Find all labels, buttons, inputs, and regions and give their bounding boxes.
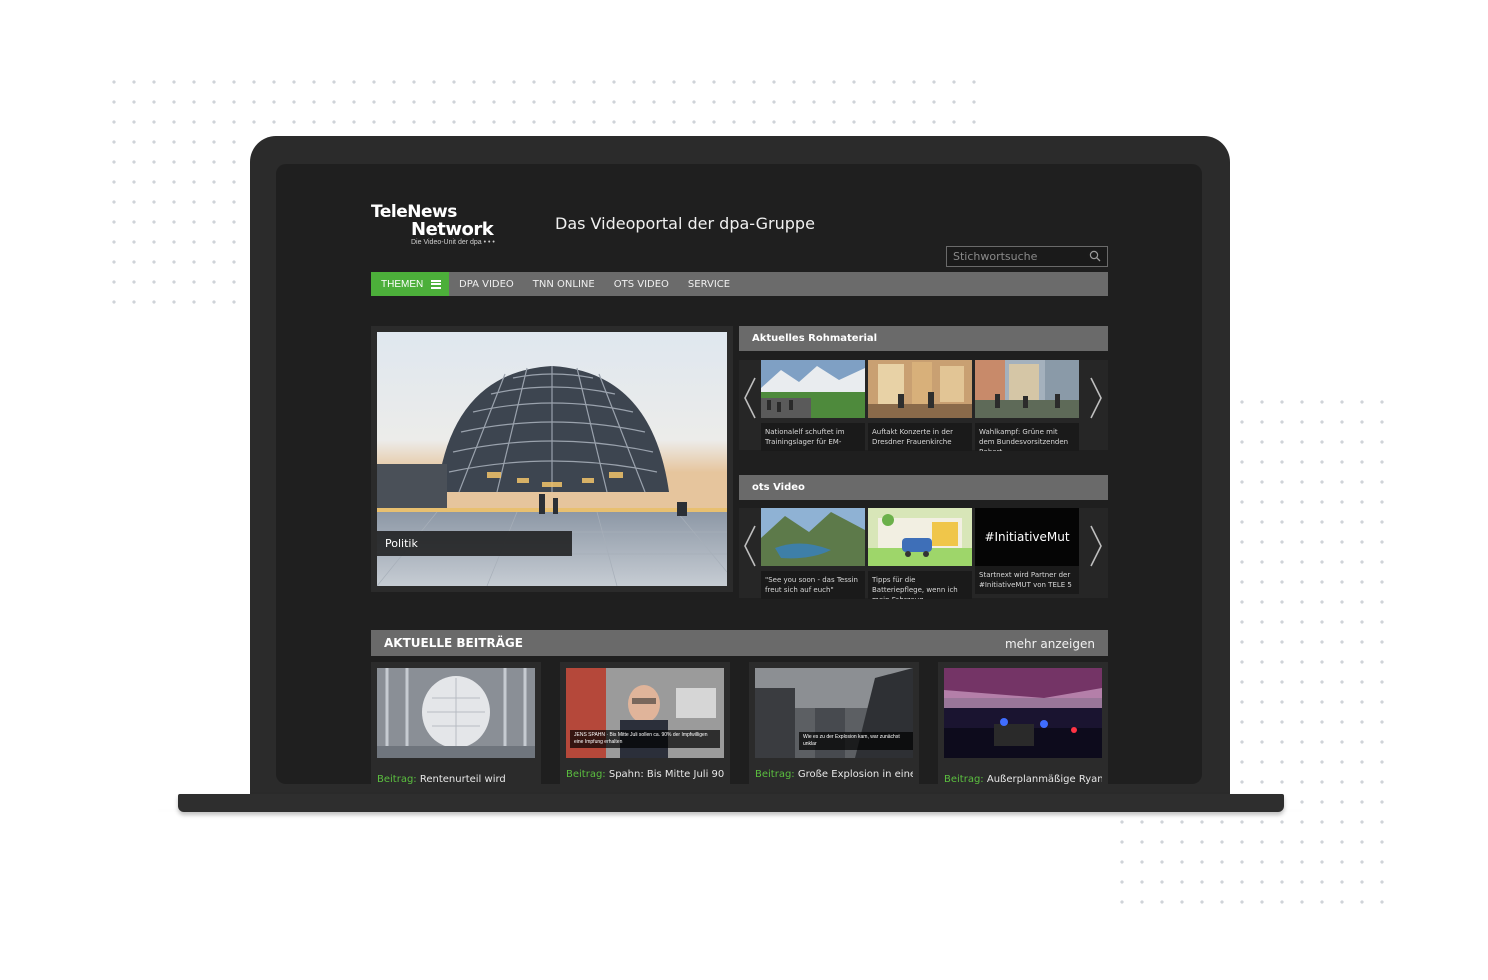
main-nav: THEMEN DPA VIDEO TNN ONLINE OTS VIDEO SE… bbox=[371, 272, 1108, 296]
search-icon[interactable] bbox=[1089, 250, 1101, 262]
beitrag-label: Beitrag: bbox=[755, 769, 795, 780]
thumbnail-image bbox=[868, 360, 972, 418]
card-title: Beitrag: Außerplanmäßige Ryanair- bbox=[944, 773, 1102, 784]
beitrag-card[interactable]: Beitrag: Außerplanmäßige Ryanair- bbox=[938, 662, 1108, 784]
decorative-dots bbox=[104, 132, 244, 312]
beitrag-card[interactable]: Wie es zu der Explosion kam, war zunächs… bbox=[749, 662, 919, 784]
video-overlay: Wie es zu der Explosion kam, war zunächs… bbox=[799, 732, 913, 750]
card-title: Beitrag: Rentenurteil wird bbox=[377, 773, 535, 784]
nav-item-dpa-video[interactable]: DPA VIDEO bbox=[459, 279, 514, 290]
hero-caption: Politik bbox=[377, 531, 572, 556]
card-image: Wie es zu der Explosion kam, war zunächs… bbox=[755, 668, 913, 758]
card-image bbox=[377, 668, 535, 758]
nav-item-ots-video[interactable]: OTS VIDEO bbox=[614, 279, 669, 290]
beitrag-card[interactable]: Beitrag: Rentenurteil wird bbox=[371, 662, 541, 784]
ots-video-carousel: "See you soon - das Tessin freut sich au… bbox=[739, 508, 1108, 599]
rohmaterial-carousel: Nationalelf schuftet im Trainingslager f… bbox=[739, 360, 1108, 451]
logo-subline: Die Video-Unit der dpa • • • bbox=[411, 239, 495, 246]
thumbnail-caption: Wahlkampf: Grüne mit dem Bundesvorsitzen… bbox=[975, 423, 1079, 451]
thumbnail-caption: "See you soon - das Tessin freut sich au… bbox=[761, 571, 865, 599]
thumbnail-caption: Nationalelf schuftet im Trainingslager f… bbox=[761, 423, 865, 451]
chevron-left-icon[interactable] bbox=[741, 524, 759, 568]
chevron-right-icon[interactable] bbox=[1087, 524, 1105, 568]
thumbnail-caption: Startnext wird Partner der #InitiativeMU… bbox=[975, 566, 1079, 594]
ots-video-item[interactable]: #InitiativeMut Startnext wird Partner de… bbox=[975, 508, 1079, 594]
beitrag-label: Beitrag: bbox=[944, 774, 984, 784]
aktuelle-beitraege-header: AKTUELLE BEITRÄGE mehr anzeigen bbox=[371, 630, 1108, 656]
laptop-base bbox=[178, 794, 1284, 812]
overlay-name: JENS SPAHN bbox=[574, 732, 606, 738]
logo-line-2: Network bbox=[411, 219, 494, 240]
search-input[interactable]: Stichwortsuche bbox=[946, 246, 1108, 267]
mehr-anzeigen-link[interactable]: mehr anzeigen bbox=[1005, 637, 1095, 651]
initiative-mut-image: #InitiativeMut bbox=[975, 508, 1079, 566]
nav-themen-button[interactable]: THEMEN bbox=[371, 272, 449, 296]
card-title-text: Spahn: Bis Mitte Juli 90 bbox=[608, 769, 724, 780]
ots-video-item[interactable]: "See you soon - das Tessin freut sich au… bbox=[761, 508, 865, 599]
card-title: Beitrag: Spahn: Bis Mitte Juli 90 bbox=[566, 768, 724, 781]
card-image bbox=[944, 668, 1102, 758]
rohmaterial-header: Aktuelles Rohmaterial bbox=[739, 326, 1108, 351]
hero-teaser[interactable]: Politik bbox=[371, 326, 733, 592]
beitrag-label: Beitrag: bbox=[377, 774, 417, 784]
nav-item-tnn-online[interactable]: TNN ONLINE bbox=[533, 279, 595, 290]
telenews-logo[interactable]: TeleNews Network Die Video-Unit der dpa … bbox=[371, 204, 511, 247]
decorative-dots bbox=[104, 72, 984, 132]
rohmaterial-item[interactable]: Nationalelf schuftet im Trainingslager f… bbox=[761, 360, 865, 451]
page-tagline: Das Videoportal der dpa-Gruppe bbox=[555, 214, 815, 233]
chevron-right-icon[interactable] bbox=[1087, 376, 1105, 420]
thumbnail-image bbox=[761, 360, 865, 418]
ots-video-header: ots Video bbox=[739, 475, 1108, 500]
decorative-dots bbox=[1112, 812, 1392, 912]
rohmaterial-item[interactable]: Auftakt Konzerte in der Dresdner Frauenk… bbox=[868, 360, 972, 451]
card-title-text: Außerplanmäßige Ryanair- bbox=[986, 774, 1102, 784]
nav-item-service[interactable]: SERVICE bbox=[688, 279, 730, 290]
thumbnail-image bbox=[868, 508, 972, 566]
rohmaterial-item[interactable]: Wahlkampf: Grüne mit dem Bundesvorsitzen… bbox=[975, 360, 1079, 451]
beitrag-card[interactable]: JENS SPAHN · Bis Mitte Juli sollen ca. 9… bbox=[560, 662, 730, 784]
search-placeholder: Stichwortsuche bbox=[953, 250, 1038, 263]
hero-image[interactable]: Politik bbox=[377, 332, 727, 586]
card-image: JENS SPAHN · Bis Mitte Juli sollen ca. 9… bbox=[566, 668, 724, 758]
thumbnail-image bbox=[761, 508, 865, 566]
section-title: AKTUELLE BEITRÄGE bbox=[384, 636, 523, 650]
beitrag-label: Beitrag: bbox=[566, 769, 606, 780]
card-title-text: Große Explosion in einem bbox=[797, 769, 913, 780]
thumbnail-caption: Auftakt Konzerte in der Dresdner Frauenk… bbox=[868, 423, 972, 451]
laptop-screen: TeleNews Network Die Video-Unit der dpa … bbox=[276, 164, 1202, 784]
card-title-text: Rentenurteil wird bbox=[419, 774, 506, 784]
card-title: Beitrag: Große Explosion in einem bbox=[755, 768, 913, 781]
thumbnail-caption: Tipps für die Batteriepflege, wenn ich m… bbox=[868, 571, 972, 599]
decorative-dots bbox=[1232, 392, 1392, 812]
video-overlay: JENS SPAHN · Bis Mitte Juli sollen ca. 9… bbox=[570, 730, 720, 748]
chevron-left-icon[interactable] bbox=[741, 376, 759, 420]
thumbnail-image bbox=[975, 360, 1079, 418]
ots-video-item[interactable]: Tipps für die Batteriepflege, wenn ich m… bbox=[868, 508, 972, 599]
hamburger-icon bbox=[431, 279, 441, 289]
nav-themen-label: THEMEN bbox=[381, 278, 424, 290]
